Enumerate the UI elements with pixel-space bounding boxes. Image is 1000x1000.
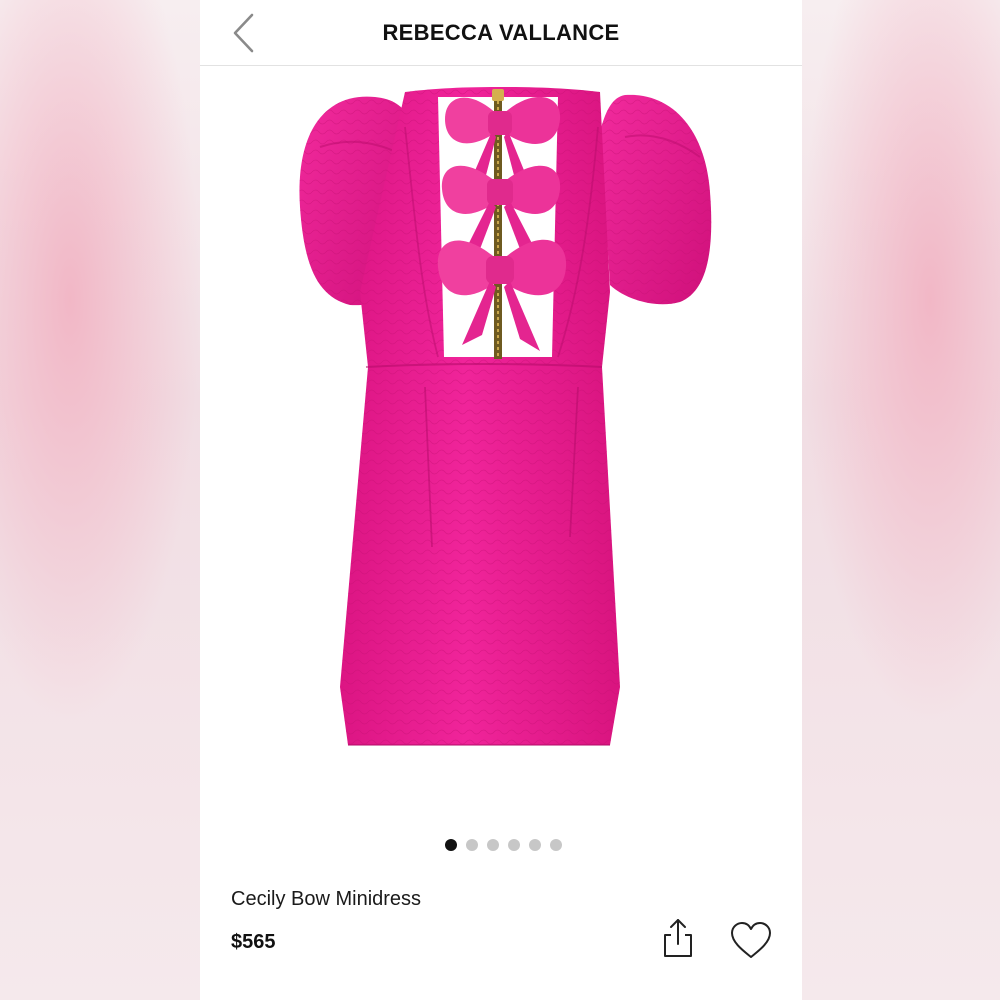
share-icon bbox=[664, 919, 692, 957]
carousel-indicator bbox=[200, 839, 802, 851]
right-sleeve bbox=[600, 94, 712, 305]
product-image[interactable] bbox=[200, 67, 802, 817]
carousel-dot-6[interactable] bbox=[549, 839, 562, 851]
navigation-bar: REBECCA VALLANCE bbox=[200, 0, 802, 66]
heart-icon bbox=[731, 922, 771, 958]
carousel-dot-2[interactable] bbox=[465, 839, 478, 851]
product-name: Cecily Bow Minidress bbox=[231, 888, 422, 910]
carousel-dot-5[interactable] bbox=[528, 839, 541, 851]
product-price: $565 bbox=[231, 931, 276, 953]
wishlist-button[interactable] bbox=[728, 920, 774, 960]
dress-illustration bbox=[299, 87, 712, 746]
brand-title: REBECCA VALLANCE bbox=[382, 20, 620, 45]
carousel-dot-3[interactable] bbox=[486, 839, 499, 851]
share-button[interactable] bbox=[660, 916, 696, 960]
carousel-dot-1[interactable] bbox=[444, 839, 457, 851]
carousel-dot-4[interactable] bbox=[507, 839, 520, 851]
product-detail-screen: REBECCA VALLANCE Cecily Bow Minidress $5… bbox=[200, 0, 802, 1000]
